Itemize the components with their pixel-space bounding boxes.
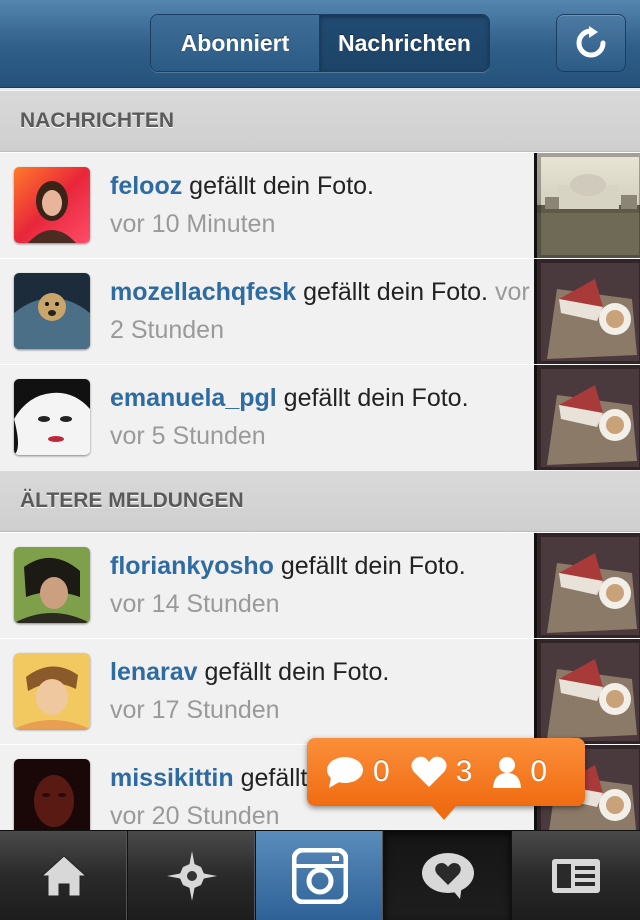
nav-bar: Abonniert Nachrichten — [0, 0, 640, 88]
list-item[interactable]: floriankyosho gefällt dein Foto. vor 14 … — [0, 532, 640, 639]
action-text: gefällt dein Foto. — [276, 384, 469, 412]
tab-news[interactable] — [384, 831, 512, 920]
avatar[interactable] — [14, 759, 90, 835]
refresh-button[interactable] — [556, 14, 626, 72]
person-icon — [493, 757, 522, 788]
avatar[interactable] — [14, 379, 90, 455]
photo-thumbnail[interactable] — [534, 153, 640, 259]
avatar[interactable] — [14, 273, 90, 349]
notification-text: felooz gefällt dein Foto. vor 10 Minuten — [110, 167, 530, 243]
photo-thumbnail[interactable] — [534, 365, 640, 471]
avatar[interactable] — [14, 167, 90, 243]
username-link[interactable]: missikittin — [110, 764, 234, 792]
timestamp: vor 5 Stunden — [110, 422, 266, 450]
like-count-value: 3 — [455, 755, 473, 788]
timestamp: vor 14 Stunden — [110, 590, 280, 618]
action-text: gefällt dein Foto. — [182, 172, 375, 200]
comment-icon — [327, 757, 363, 788]
tab-explore[interactable] — [128, 831, 256, 920]
follower-count: 0 — [492, 755, 547, 789]
comment-count: 0 — [325, 755, 390, 789]
notification-text: mozellachqfesk gefällt dein Foto. vor 2 … — [110, 273, 530, 349]
like-count: 3 — [410, 755, 473, 789]
username-link[interactable]: felooz — [110, 172, 182, 200]
section-header-older: ÄLTERE MELDUNGEN — [0, 470, 640, 532]
list-item[interactable]: lenarav gefällt dein Foto. vor 17 Stunde… — [0, 638, 640, 745]
explore-star-icon — [166, 851, 217, 901]
photo-thumbnail[interactable] — [534, 533, 640, 639]
timestamp: vor 10 Minuten — [110, 210, 276, 238]
avatar[interactable] — [14, 653, 90, 729]
activity-notification-bubble[interactable]: 0 3 0 — [307, 738, 585, 806]
profile-card-icon — [552, 859, 600, 893]
timestamp: vor 17 Stunden — [110, 696, 280, 724]
section-header-news: NACHRICHTEN — [0, 90, 640, 152]
list-item[interactable]: felooz gefällt dein Foto. vor 10 Minuten — [0, 152, 640, 259]
notification-text: floriankyosho gefällt dein Foto. vor 14 … — [110, 547, 530, 623]
action-text: gefällt dein Foto. — [273, 552, 466, 580]
tab-camera[interactable] — [256, 831, 384, 920]
photo-thumbnail[interactable] — [534, 259, 640, 365]
notification-text: lenarav gefällt dein Foto. vor 17 Stunde… — [110, 653, 530, 729]
action-text: gefällt dein Foto. — [197, 658, 390, 686]
follower-count-value: 0 — [530, 755, 548, 788]
username-link[interactable]: emanuela_pgl — [110, 384, 277, 412]
camera-icon — [291, 848, 348, 904]
tab-abonniert[interactable]: Abonniert — [151, 15, 320, 71]
photo-thumbnail[interactable] — [534, 639, 640, 745]
home-icon — [40, 855, 87, 897]
heart-icon — [411, 756, 447, 787]
list-item[interactable]: mozellachqfesk gefällt dein Foto. vor 2 … — [0, 258, 640, 365]
tab-nachrichten[interactable]: Nachrichten — [320, 15, 489, 71]
bubble-pointer — [430, 804, 458, 820]
segmented-control: Abonniert Nachrichten — [150, 14, 490, 72]
tab-home[interactable] — [0, 831, 128, 920]
username-link[interactable]: floriankyosho — [110, 552, 274, 580]
list-item[interactable]: emanuela_pgl gefällt dein Foto. vor 5 St… — [0, 364, 640, 471]
tab-bar — [0, 830, 640, 920]
username-link[interactable]: lenarav — [110, 658, 198, 686]
username-link[interactable]: mozellachqfesk — [110, 278, 296, 306]
comment-count-value: 0 — [373, 755, 390, 788]
avatar[interactable] — [14, 547, 90, 623]
tab-profile[interactable] — [512, 831, 640, 920]
refresh-icon — [576, 26, 606, 58]
notification-text: emanuela_pgl gefällt dein Foto. vor 5 St… — [110, 379, 530, 455]
action-text: gefällt dein Foto. — [296, 278, 488, 306]
timestamp: vor 20 Stunden — [110, 802, 280, 830]
news-heart-bubble-icon — [421, 853, 474, 899]
